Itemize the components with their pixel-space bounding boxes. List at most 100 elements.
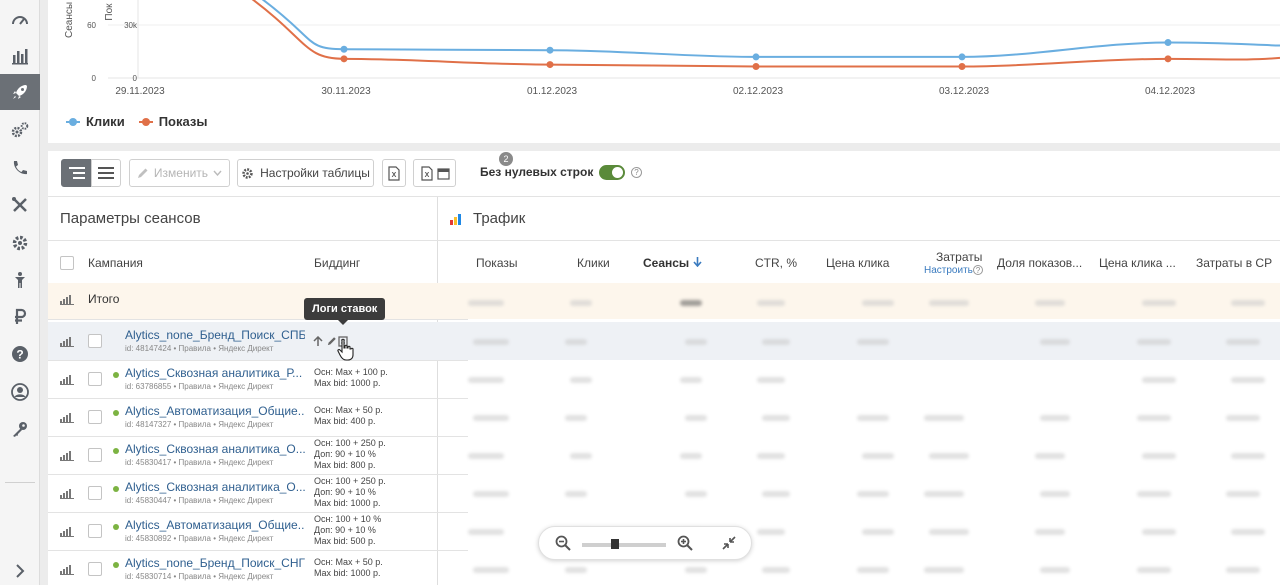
- row-checkbox[interactable]: [88, 448, 102, 462]
- ruble-icon[interactable]: [0, 299, 40, 335]
- campaign-name-link[interactable]: Alytics_none_Бренд_Поиск_СНГ: [125, 556, 305, 570]
- gear-icon[interactable]: [0, 225, 40, 261]
- bidding-rule-line: Осн: 100 + 10 %: [314, 514, 382, 524]
- edit-button-label: Изменить: [153, 166, 209, 180]
- data-point[interactable]: [340, 55, 348, 63]
- help-icon[interactable]: ?: [631, 167, 642, 178]
- campaign-name-link[interactable]: Alytics_none_Бренд_Поиск_СПБ: [125, 328, 305, 342]
- row-chart-icon[interactable]: [60, 412, 74, 423]
- pencil-icon[interactable]: [327, 336, 337, 346]
- row-checkbox[interactable]: [88, 372, 102, 386]
- legend-item-clicks[interactable]: Клики: [66, 114, 125, 129]
- campaign-name-link[interactable]: Alytics_Сквозная аналитика_О...: [125, 442, 305, 456]
- data-point[interactable]: [752, 63, 760, 70]
- bidding-rule-line: Max bid: 800 р.: [314, 460, 376, 470]
- help-icon[interactable]: ?: [973, 265, 983, 275]
- zoom-slider-track[interactable]: [582, 543, 666, 547]
- column-header-cost[interactable]: Затраты: [936, 250, 982, 264]
- data-point[interactable]: [1164, 39, 1172, 47]
- row-checkbox[interactable]: [88, 486, 102, 500]
- row-checkbox[interactable]: [88, 334, 102, 348]
- select-all-checkbox[interactable]: [60, 256, 74, 270]
- edit-button[interactable]: Изменить: [129, 159, 230, 187]
- bidding-rule-line: Доп: 90 + 10 %: [314, 525, 376, 535]
- bidding-rules[interactable]: Осн: 100 + 250 р. Доп: 90 + 10 % Max bid: …: [314, 476, 386, 509]
- zoom-out-icon[interactable]: [555, 535, 571, 551]
- key-icon[interactable]: [0, 411, 40, 447]
- column-header-cost-cp[interactable]: Затраты в СР: [1196, 256, 1272, 270]
- tools-icon[interactable]: [0, 187, 40, 223]
- bidding-rule-line: Осн: 100 + 250 р.: [314, 476, 386, 486]
- bar-chart-icon[interactable]: [0, 38, 40, 74]
- help-icon[interactable]: ?: [0, 336, 40, 372]
- total-row: [48, 283, 1280, 319]
- column-header-sessions[interactable]: Сеансы: [643, 256, 702, 270]
- rocket-icon[interactable]: [0, 74, 40, 110]
- blurred-cell: [1226, 567, 1260, 573]
- scheduled-export-button[interactable]: X: [413, 159, 456, 187]
- bidding-rule-line: Max bid: 1000 р.: [314, 568, 381, 578]
- column-header-impression-share[interactable]: Доля показов...: [997, 256, 1082, 270]
- blurred-cell: [757, 529, 785, 535]
- collapse-icon[interactable]: [721, 535, 737, 551]
- row-checkbox[interactable]: [88, 410, 102, 424]
- row-chart-icon[interactable]: [60, 564, 74, 575]
- column-header-campaign[interactable]: Кампания: [88, 256, 143, 270]
- table-settings-button[interactable]: Настройки таблицы: [237, 159, 374, 187]
- column-header-clicks[interactable]: Клики: [577, 256, 610, 270]
- bid-increase-icon[interactable]: [313, 336, 323, 347]
- configure-link[interactable]: Настроить: [924, 265, 973, 276]
- row-chart-icon[interactable]: [60, 374, 74, 385]
- data-point[interactable]: [1164, 55, 1172, 63]
- chevron-right-icon[interactable]: [0, 556, 40, 585]
- column-header-cpc[interactable]: Цена клика: [826, 256, 889, 270]
- row-chart-icon[interactable]: [60, 488, 74, 499]
- account-icon[interactable]: [0, 374, 40, 410]
- no-zero-rows-toggle[interactable]: [599, 165, 625, 180]
- bidding-rules[interactable]: Осн: Max + 50 р. Max bid: 400 р.: [314, 405, 383, 427]
- data-point[interactable]: [958, 53, 966, 61]
- column-header-bidding[interactable]: Биддинг: [314, 256, 360, 270]
- row-chart-icon[interactable]: [60, 294, 74, 305]
- campaign-name-link[interactable]: Alytics_Автоматизация_Общие...: [125, 404, 305, 418]
- hand-cursor-icon: [337, 338, 354, 361]
- bidding-rules[interactable]: Осн: Max + 100 р. Max bid: 1000 р.: [314, 367, 388, 389]
- settings-gears-icon[interactable]: [0, 112, 40, 148]
- campaign-name-link[interactable]: Alytics_Сквозная аналитика_О...: [125, 480, 305, 494]
- bidding-rules[interactable]: Осн: Max + 50 р. Max bid: 1000 р.: [314, 557, 383, 579]
- data-point[interactable]: [340, 45, 348, 53]
- column-header-ctr[interactable]: CTR, %: [755, 256, 797, 270]
- campaign-meta: id: 45830892 • Правила • Яндекс Директ: [125, 534, 274, 543]
- y-tick-label-right: 30k: [124, 21, 138, 30]
- blurred-cell: [1226, 339, 1260, 345]
- data-point[interactable]: [546, 46, 554, 54]
- campaign-name-link[interactable]: Alytics_Автоматизация_Общие...: [125, 518, 305, 532]
- row-checkbox[interactable]: [88, 562, 102, 576]
- speedometer-icon[interactable]: [0, 2, 40, 38]
- pencil-icon: [137, 168, 148, 178]
- data-point[interactable]: [752, 53, 760, 61]
- campaign-name-link[interactable]: Alytics_Сквозная аналитика_Р...: [125, 366, 305, 380]
- row-chart-icon[interactable]: [60, 336, 74, 347]
- zoom-slider-thumb[interactable]: [611, 539, 619, 549]
- zoom-in-icon[interactable]: [677, 535, 693, 551]
- user-figure-icon[interactable]: [0, 262, 40, 298]
- column-header-impressions[interactable]: Показы: [476, 256, 517, 270]
- row-chart-icon[interactable]: [60, 526, 74, 537]
- data-point[interactable]: [546, 61, 554, 69]
- svg-text:X: X: [392, 172, 397, 179]
- section-title-session-params: Параметры сеансов: [60, 210, 201, 227]
- campaign-meta: id: 45830714 • Правила • Яндекс Директ: [125, 572, 274, 581]
- column-header-cpc-2[interactable]: Цена клика ...: [1099, 256, 1176, 270]
- bidding-rules[interactable]: Осн: 100 + 10 % Доп: 90 + 10 % Max bid: 50…: [314, 514, 381, 547]
- phone-icon[interactable]: [0, 150, 40, 186]
- row-checkbox[interactable]: [88, 524, 102, 538]
- data-point[interactable]: [958, 63, 966, 70]
- row-chart-icon[interactable]: [60, 450, 74, 461]
- bidding-rules[interactable]: Осн: 100 + 250 р. Доп: 90 + 10 % Max bid: …: [314, 438, 386, 471]
- legend-item-impressions[interactable]: Показы: [138, 114, 207, 129]
- tree-view-button[interactable]: [61, 159, 92, 187]
- list-view-button[interactable]: [91, 159, 121, 187]
- bidding-rule-line: Осн: 100 + 250 р.: [314, 438, 386, 448]
- export-excel-button[interactable]: X: [382, 159, 406, 187]
